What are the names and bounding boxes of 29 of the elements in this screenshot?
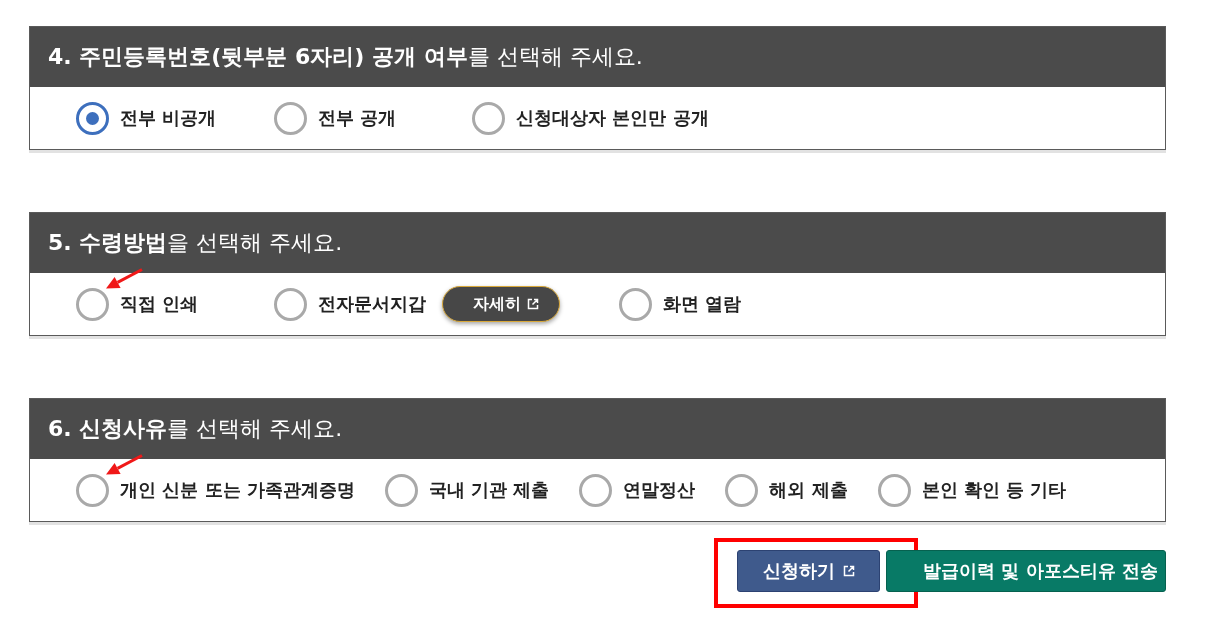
option-label[interactable]: 신청대상자 본인만 공개: [516, 106, 709, 130]
radio-button[interactable]: [877, 473, 911, 507]
option-label[interactable]: 전자문서지갑: [318, 292, 426, 316]
action-button[interactable]: 발급이력 및 아포스티유 전송: [886, 550, 1166, 592]
radio-button[interactable]: [384, 473, 418, 507]
option-label[interactable]: 연말정산: [623, 478, 696, 502]
option-label[interactable]: 전부 비공개: [120, 106, 217, 130]
radio-button[interactable]: [76, 287, 109, 321]
question-title: 4. 주민등록번호(뒷부분 6자리) 공개 여부를 선택해 주세요.: [30, 27, 1165, 87]
question-title: 5. 수령방법을 선택해 주세요.: [30, 213, 1165, 273]
question-title: 6. 신청사유를 선택해 주세요.: [30, 399, 1165, 459]
radio-button[interactable]: [76, 473, 109, 507]
radio-button[interactable]: [472, 101, 505, 135]
external-link-icon: [527, 298, 539, 310]
option-label[interactable]: 화면 열람: [663, 292, 742, 316]
radio-button[interactable]: [274, 287, 307, 321]
option-label[interactable]: 해외 제출: [769, 478, 848, 502]
action-button[interactable]: 신청하기: [737, 550, 880, 592]
radio-button[interactable]: [725, 473, 759, 507]
option-label[interactable]: 본인 확인 등 기타: [921, 478, 1067, 502]
radio-button[interactable]: [76, 101, 109, 135]
option-label[interactable]: 직접 인쇄: [120, 292, 199, 316]
option-label[interactable]: 국내 기관 제출: [428, 478, 550, 502]
option-label[interactable]: 개인 신분 또는 가족관계증명: [120, 478, 355, 502]
radio-button[interactable]: [274, 101, 307, 135]
option-label[interactable]: 전부 공개: [318, 106, 397, 130]
detail-button[interactable]: 자세히: [442, 286, 560, 322]
radio-button[interactable]: [579, 473, 613, 507]
radio-button[interactable]: [619, 287, 652, 321]
